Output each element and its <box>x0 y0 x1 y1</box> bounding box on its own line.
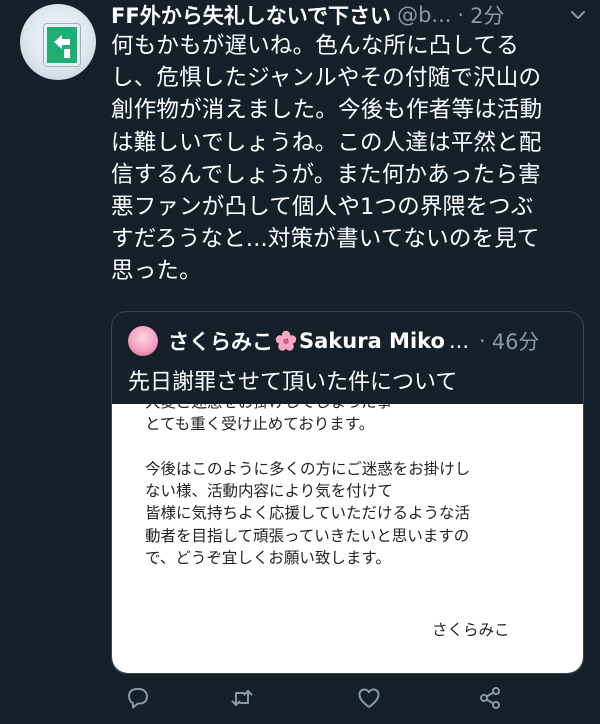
quoted-tweet-text: 先日謝罪させて頂いた件について <box>128 370 458 395</box>
quoted-display-name: さくらみこ <box>168 330 273 354</box>
quoted-image-text: 大変ご迷惑をお掛けしてしまった事 とても重く受け止めております。 今後はこのよう… <box>145 404 471 568</box>
chevron-down-icon[interactable] <box>567 4 589 26</box>
tweet-header: FF外から失礼しないで下さい @b... · 2分 <box>111 0 591 30</box>
tweet-actions <box>111 685 589 715</box>
tweet[interactable]: FF外から失礼しないで下さい @b... · 2分 何もかもが遅いね。色んな所に… <box>0 0 600 724</box>
share-icon[interactable] <box>477 685 503 711</box>
user-handle[interactable]: @b... <box>397 3 451 27</box>
quoted-tweet-header: さくらみこ Sakura Miko ... · 46分 <box>128 325 539 357</box>
quoted-name-ellipsis: ... <box>448 329 470 353</box>
separator-dot: · <box>457 3 465 27</box>
timestamp[interactable]: 2分 <box>470 0 504 30</box>
reply-icon[interactable] <box>125 685 151 711</box>
tweet-text: 何もかもが遅いね。色んな所に凸してる し、危惧したジャンルやその付随で沢山の 創… <box>111 33 543 285</box>
cherry-blossom-icon <box>275 330 297 352</box>
quoted-timestamp: 46分 <box>491 330 540 354</box>
quoted-separator-dot: · <box>479 329 486 353</box>
avatar[interactable] <box>20 4 96 80</box>
heart-icon[interactable] <box>356 685 382 711</box>
retweet-icon[interactable] <box>229 685 255 711</box>
quoted-name-suffix: Sakura Miko <box>299 329 445 353</box>
quoted-image[interactable]: 大変ご迷惑をお掛けしてしまった事 とても重く受け止めております。 今後はこのよう… <box>112 404 583 673</box>
quoted-avatar <box>128 326 158 356</box>
quoted-tweet[interactable]: さくらみこ Sakura Miko ... · 46分 先日謝罪させて頂いた件に… <box>111 311 584 674</box>
display-name[interactable]: FF外から失礼しないで下さい <box>111 0 391 30</box>
emergency-exit-sign-icon <box>44 24 80 66</box>
quoted-image-signature: さくらみこ <box>432 621 510 639</box>
